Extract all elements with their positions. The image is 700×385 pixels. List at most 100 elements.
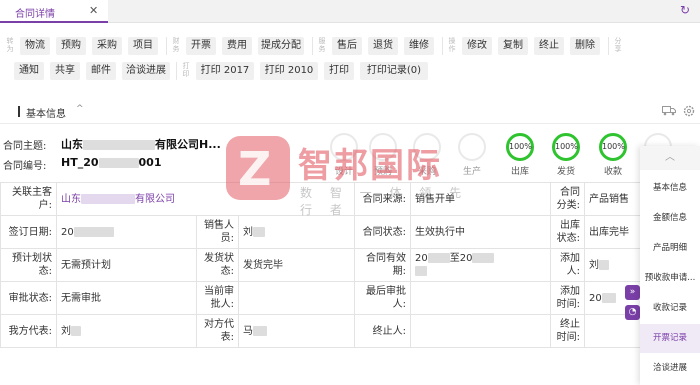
status-label: 合同状态: bbox=[354, 215, 411, 249]
number-value: HT_20 001 bbox=[61, 156, 162, 169]
rep-value: 刘 bbox=[56, 314, 197, 348]
progress-percent: 100% bbox=[602, 142, 625, 151]
toolbar-button-修改[interactable]: 修改 bbox=[462, 37, 492, 55]
progress-label: 设计 bbox=[334, 167, 353, 177]
toolbar-button-项目[interactable]: 项目 bbox=[128, 37, 158, 55]
toolbar-button-邮件[interactable]: 邮件 bbox=[86, 62, 116, 80]
progress-label: 采购 bbox=[417, 167, 436, 177]
approve-status-label: 审批状态: bbox=[0, 281, 57, 315]
subject-label: 合同主题: bbox=[3, 141, 47, 152]
toolbar-button-物流[interactable]: 物流 bbox=[20, 37, 50, 55]
toolbar-button-开票[interactable]: 开票 bbox=[186, 37, 216, 55]
plan-status-value: 无需预计划 bbox=[56, 248, 197, 282]
chat-icon[interactable]: ◔ bbox=[625, 305, 640, 320]
source-value: 销售开单 bbox=[410, 182, 551, 216]
toolbar-button-打印[interactable]: 打印 bbox=[324, 62, 354, 80]
group-label-3: 操作 bbox=[448, 37, 456, 53]
toolbar-button-维修[interactable]: 维修 bbox=[404, 37, 434, 55]
table-row: 我方代表: 刘 对方代表: 马 终止人: 终止时间: bbox=[0, 314, 641, 348]
toolbar-button-共享[interactable]: 共享 bbox=[50, 62, 80, 80]
toolbar-button-采购[interactable]: 采购 bbox=[92, 37, 122, 55]
close-icon[interactable]: ✕ bbox=[89, 4, 98, 17]
sales-value: 刘 bbox=[238, 215, 355, 249]
end-time-label: 终止时间: bbox=[550, 314, 585, 348]
truck-icon[interactable] bbox=[662, 105, 676, 119]
category-value: 产品销售 bbox=[584, 182, 641, 216]
side-item-product-detail[interactable]: 产品明细 bbox=[640, 234, 700, 263]
toolbar-button-终止[interactable]: 终止 bbox=[534, 37, 564, 55]
section-marker bbox=[18, 106, 20, 117]
progress-label: 出库 bbox=[510, 167, 529, 177]
rep-label: 我方代表: bbox=[0, 314, 57, 348]
chevron-up-icon[interactable]: ^ bbox=[76, 104, 84, 114]
progress-circle-出库: 100% bbox=[506, 133, 534, 161]
toolbar-button-通知[interactable]: 通知 bbox=[14, 62, 44, 80]
contract-info-table: 关联主客户: 山东 有限公司 合同来源: 销售开单 合同分类: 产品销售 签订日期… bbox=[0, 182, 641, 348]
toolbar-row-1: 转为 物流 预购 采购 项目 财务 开票 费用 提成分配 服务 售后 退货 维修 操作 修改 复制 终止 删除 分享 bbox=[0, 33, 700, 59]
customer-value[interactable]: 山东 有限公司 bbox=[56, 182, 355, 216]
progress-circle-预购 bbox=[369, 133, 397, 161]
progress-circle-采购 bbox=[413, 133, 441, 161]
other-rep-value: 马 bbox=[238, 314, 355, 348]
progress-label: 预购 bbox=[373, 167, 392, 177]
toolbar-separator bbox=[176, 62, 177, 80]
table-row: 预计划状态: 无需预计划 发货状态: 发货完毕 合同有效期: 20 至20 添加人… bbox=[0, 248, 641, 282]
out-status-value: 出库完毕 bbox=[584, 215, 641, 249]
toolbar-button-提成分配[interactable]: 提成分配 bbox=[258, 37, 304, 55]
side-item-negotiation[interactable]: 洽谈进展 bbox=[640, 354, 700, 383]
approve-status-value: 无需审批 bbox=[56, 281, 197, 315]
adder-label: 添加人: bbox=[550, 248, 585, 282]
last-approver-label: 最后审批人: bbox=[354, 281, 411, 315]
toolbar-button-复制[interactable]: 复制 bbox=[498, 37, 528, 55]
progress-percent: 100% bbox=[555, 142, 578, 151]
gear-icon[interactable] bbox=[683, 105, 695, 120]
other-rep-label: 对方代表: bbox=[196, 314, 239, 348]
table-row: 审批状态: 无需审批 当前审批人: 最后审批人: 添加时间: 20 bbox=[0, 281, 641, 315]
basic-info-header[interactable]: 基本信息 ^ bbox=[0, 100, 700, 124]
side-item-prepay-request[interactable]: 预收款申请... bbox=[640, 264, 700, 293]
approver-label: 当前审批人: bbox=[196, 281, 239, 315]
tab-contract-detail[interactable]: 合同详情 ✕ bbox=[0, 0, 108, 23]
ship-status-value: 发货完毕 bbox=[238, 248, 355, 282]
toolbar-separator bbox=[442, 37, 443, 55]
chevron-up-icon[interactable]: ︿ bbox=[640, 146, 700, 170]
tab-bar: 合同详情 ✕ ↻ bbox=[0, 0, 700, 23]
progress-label: 生产 bbox=[462, 167, 481, 177]
source-label: 合同来源: bbox=[354, 182, 411, 216]
toolbar-button-打印 2010[interactable]: 打印 2010 bbox=[260, 62, 318, 80]
toolbar-button-售后[interactable]: 售后 bbox=[332, 37, 362, 55]
progress-circle-收款: 100% bbox=[599, 133, 627, 161]
customer-label: 关联主客户: bbox=[0, 182, 57, 216]
add-time-label: 添加时间: bbox=[550, 281, 585, 315]
table-row: 签订日期: 20 销售人员: 刘 合同状态: 生效执行中 出库状态: 出库完毕 bbox=[0, 215, 641, 249]
toolbar-button-打印 2017[interactable]: 打印 2017 bbox=[196, 62, 254, 80]
toolbar-button-退货[interactable]: 退货 bbox=[368, 37, 398, 55]
side-navigation: ︿ 基本信息 金额信息 产品明细 预收款申请... 收款记录 开票记录 洽谈进展 bbox=[640, 146, 700, 385]
terminator-label: 终止人: bbox=[354, 314, 411, 348]
toolbar-button-洽谈进展[interactable]: 洽谈进展 bbox=[122, 62, 170, 80]
toolbar-separator bbox=[608, 37, 609, 55]
last-approver-value bbox=[410, 281, 551, 315]
toolbar-button-删除[interactable]: 删除 bbox=[570, 37, 600, 55]
tab-label: 合同详情 bbox=[15, 9, 55, 20]
progress-circle-设计 bbox=[330, 133, 358, 161]
side-item-payment-records[interactable]: 收款记录 bbox=[640, 294, 700, 323]
toolbar-button-预购[interactable]: 预购 bbox=[56, 37, 86, 55]
toolbar-button-打印记录(0)[interactable]: 打印记录(0) bbox=[360, 62, 428, 80]
approver-value bbox=[238, 281, 355, 315]
category-label: 合同分类: bbox=[550, 182, 585, 216]
progress-label: 发货 bbox=[556, 167, 575, 177]
section-title: 基本信息 bbox=[26, 109, 66, 120]
toolbar-button-费用[interactable]: 费用 bbox=[222, 37, 252, 55]
terminator-value bbox=[410, 314, 551, 348]
side-item-invoice-records[interactable]: 开票记录 bbox=[640, 324, 700, 353]
refresh-icon[interactable]: ↻ bbox=[680, 3, 690, 17]
group-label-1: 财务 bbox=[172, 37, 180, 53]
sign-date-label: 签订日期: bbox=[0, 215, 57, 249]
progress-label: 收款 bbox=[603, 167, 622, 177]
toolbar-row-2: 通知 共享 邮件 洽谈进展 打印 打印 2017 打印 2010 打印 打印记录(0) bbox=[0, 58, 700, 84]
progress-percent: 100% bbox=[509, 142, 532, 151]
side-item-basic-info[interactable]: 基本信息 bbox=[640, 174, 700, 203]
expand-panel-icon[interactable]: » bbox=[625, 285, 640, 300]
side-item-amount-info[interactable]: 金额信息 bbox=[640, 204, 700, 233]
